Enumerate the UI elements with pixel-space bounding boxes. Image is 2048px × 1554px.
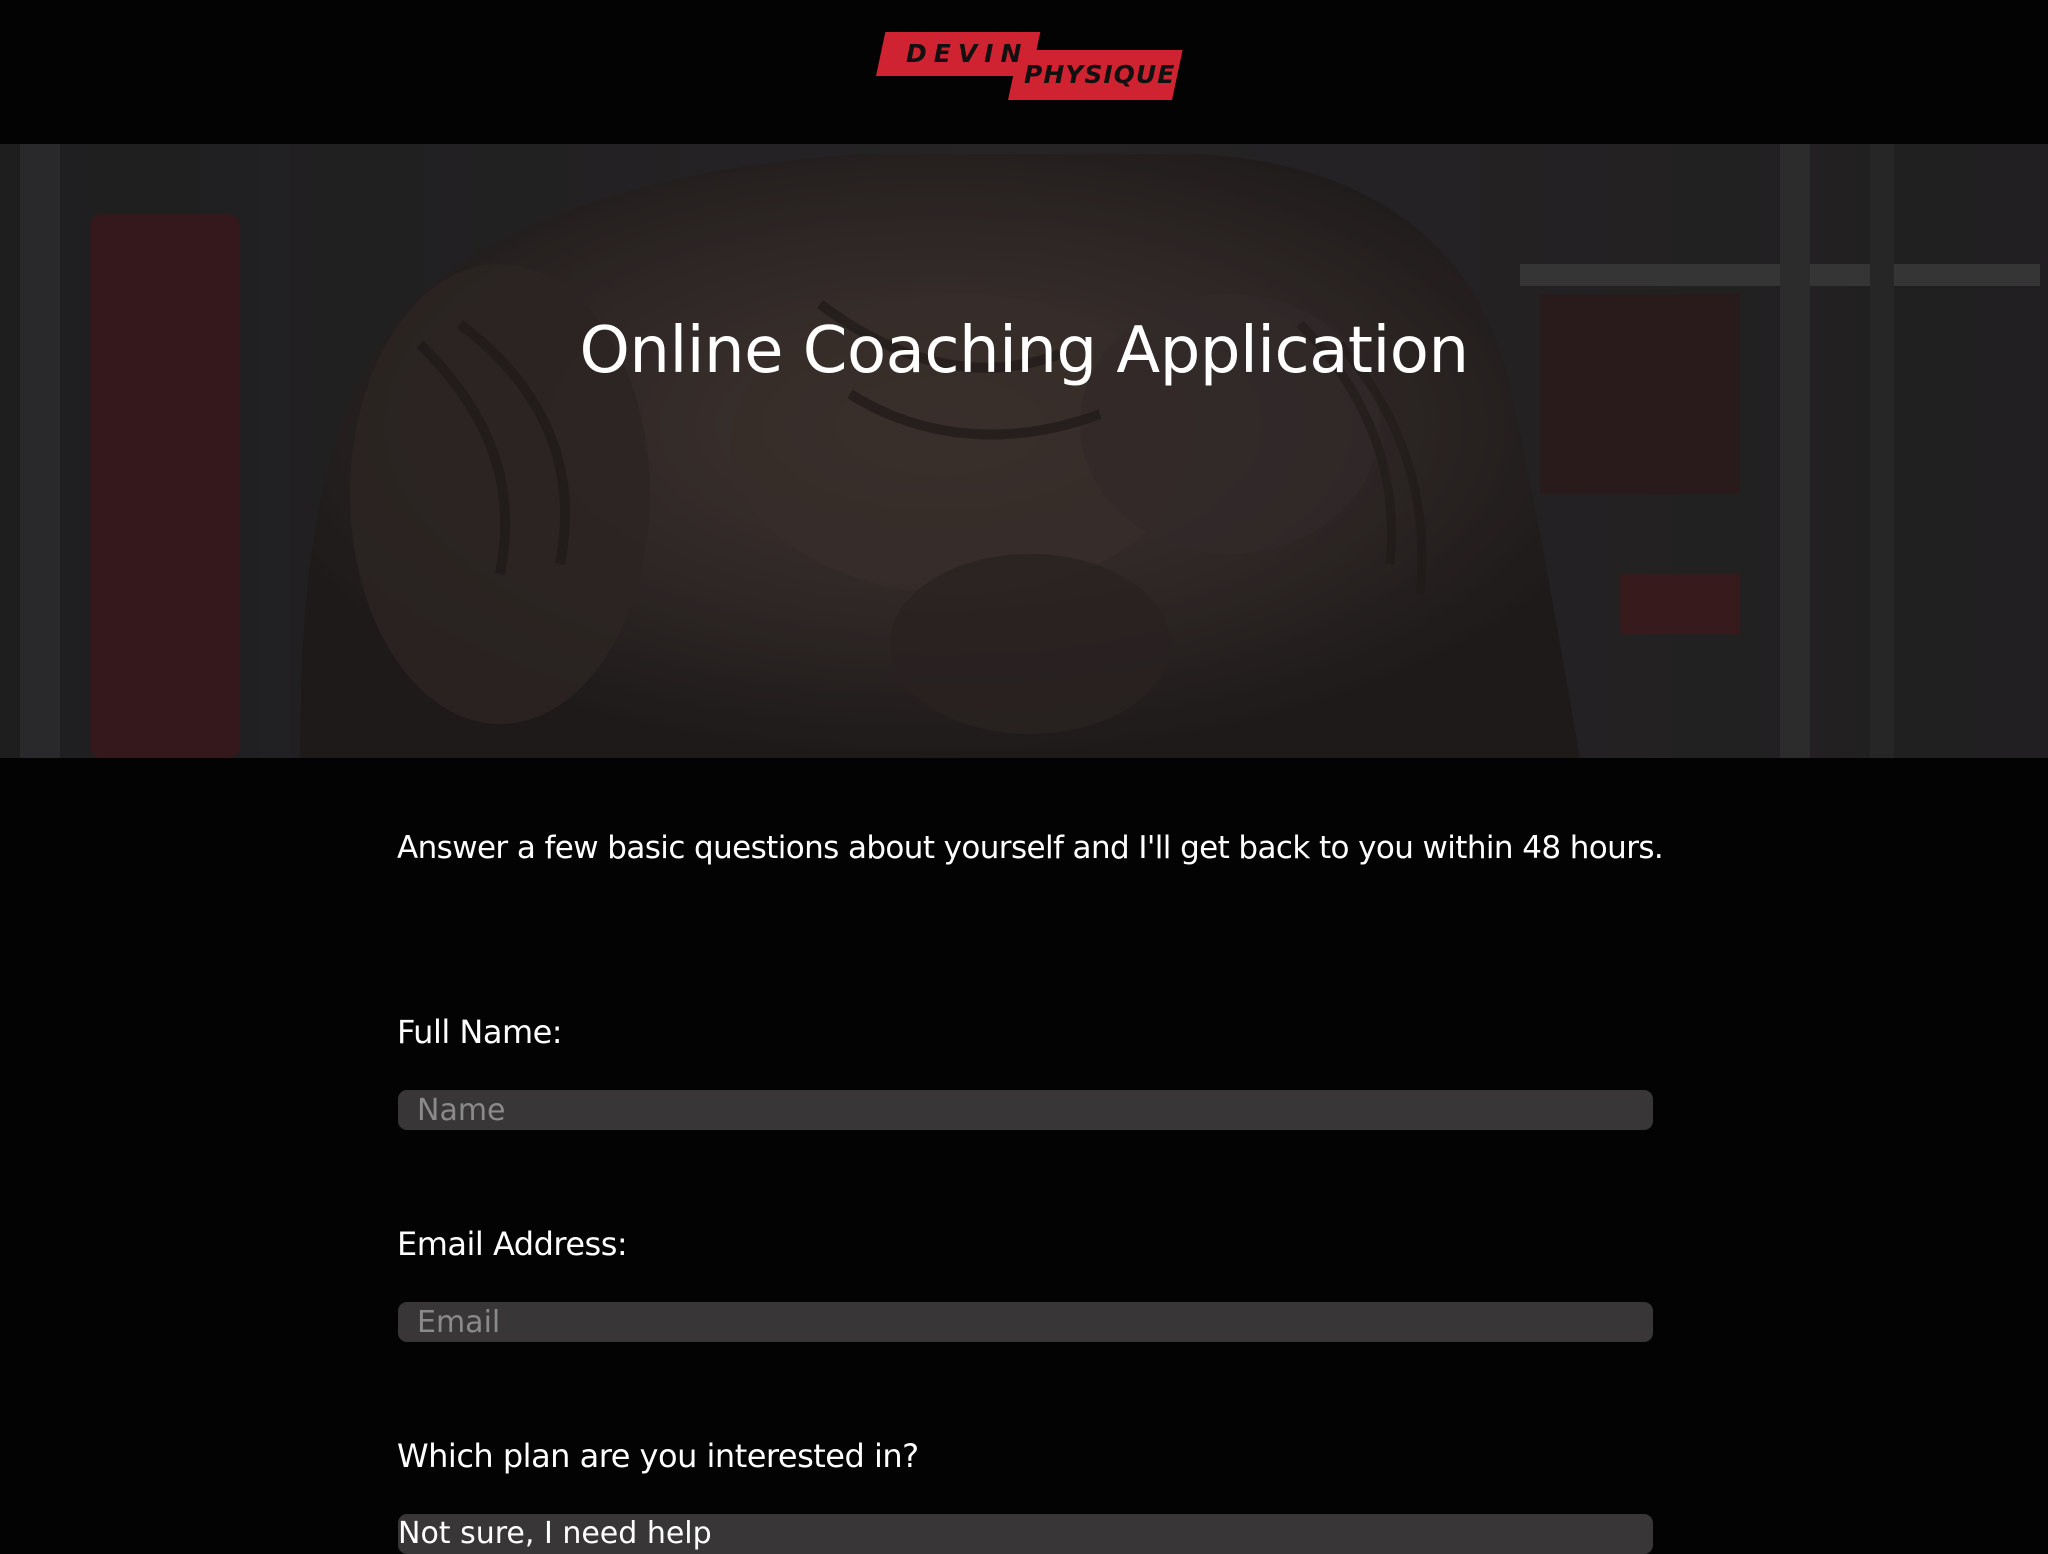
email-input[interactable] xyxy=(398,1302,1653,1342)
form-intro-text: Answer a few basic questions about yours… xyxy=(397,830,1664,866)
logo-text-devin: DEVIN xyxy=(906,39,1029,68)
plan-select[interactable]: Not sure, I need help xyxy=(398,1514,1653,1554)
page-title: Online Coaching Application xyxy=(579,314,1470,388)
site-header: DEVIN PHYSIQUE xyxy=(0,0,2048,144)
plan-label: Which plan are you interested in? xyxy=(397,1437,919,1475)
plan-select-value: Not sure, I need help xyxy=(398,1516,712,1551)
logo-text-physique: PHYSIQUE xyxy=(1024,60,1176,89)
hero-banner: Online Coaching Application xyxy=(0,144,2048,758)
email-label: Email Address: xyxy=(397,1225,628,1263)
devin-physique-logo[interactable]: DEVIN PHYSIQUE xyxy=(876,32,1183,104)
hero-overlay xyxy=(0,144,2048,758)
full-name-label: Full Name: xyxy=(397,1013,563,1051)
full-name-input[interactable] xyxy=(398,1090,1653,1130)
